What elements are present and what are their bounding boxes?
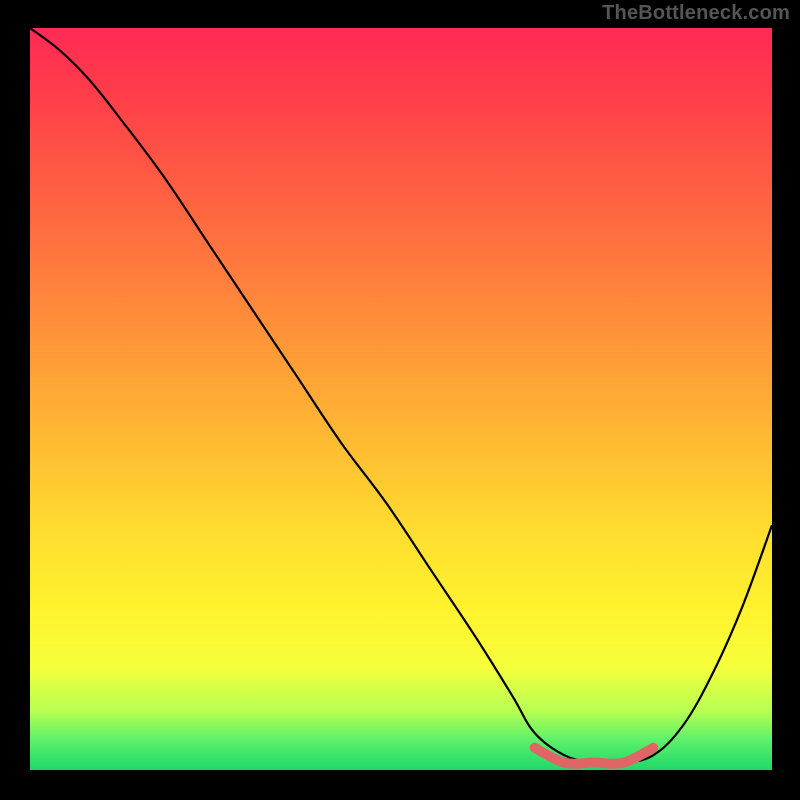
chart-stage: TheBottleneck.com — [0, 0, 800, 800]
watermark-text: TheBottleneck.com — [602, 2, 790, 25]
curve-layer — [30, 28, 772, 770]
optimal-range-highlight — [535, 748, 654, 764]
plot-area — [30, 28, 772, 770]
bottleneck-curve — [30, 28, 772, 764]
